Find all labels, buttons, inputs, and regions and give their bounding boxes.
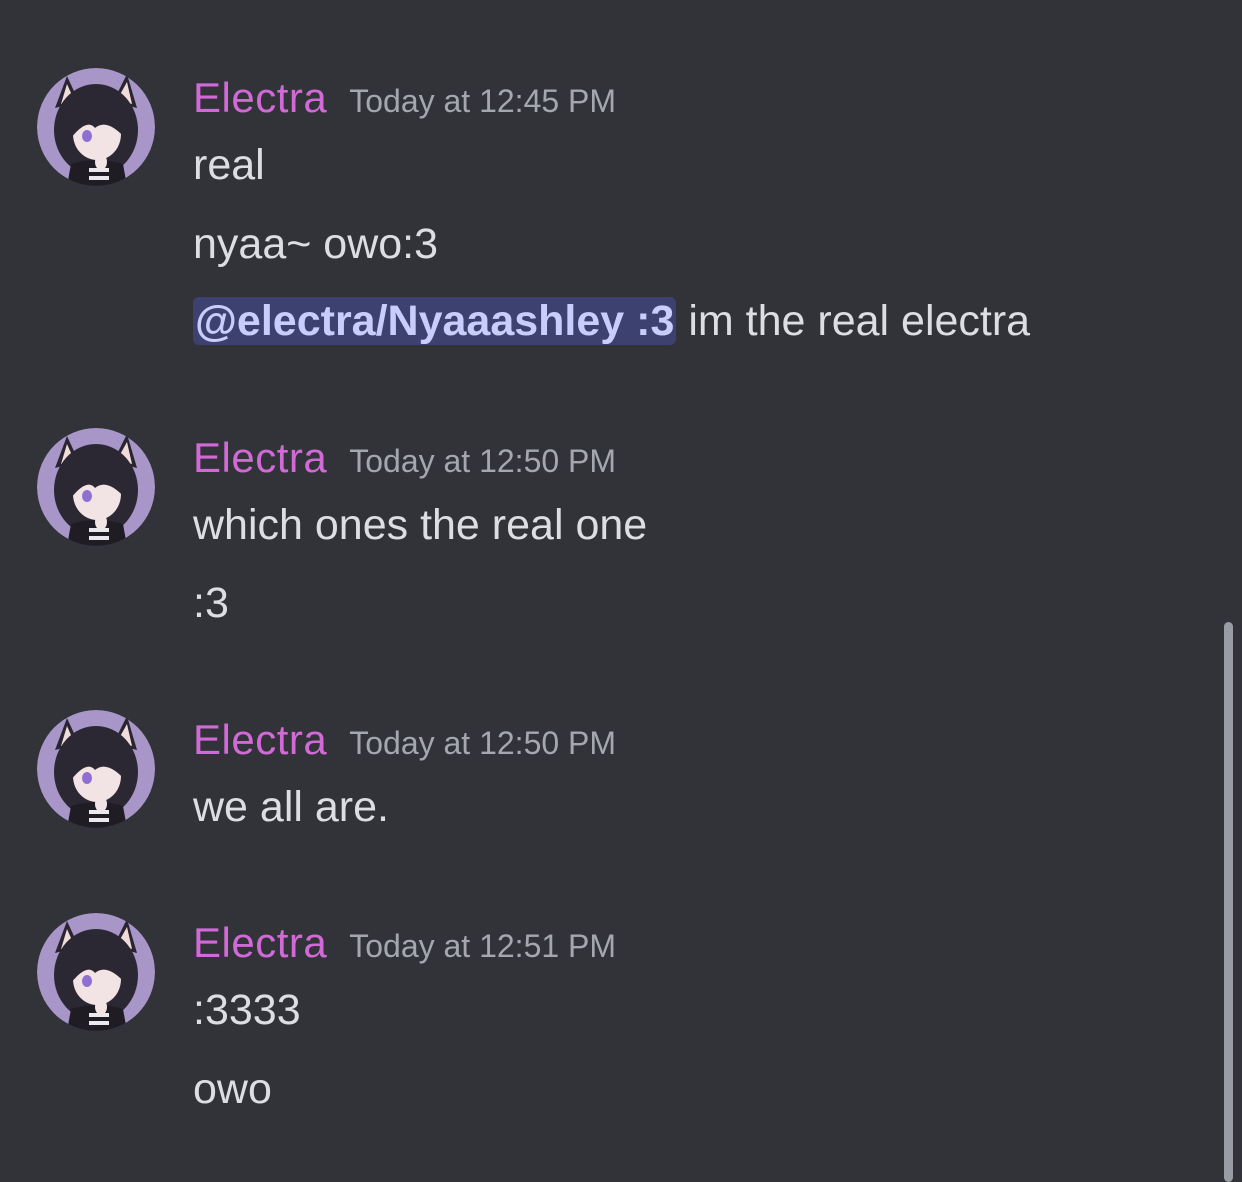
- message-content: we all are.: [193, 783, 389, 831]
- message-list: Electra Today at 12:45 PM real nyaa~ owo:…: [0, 0, 1242, 1182]
- message-content: nyaa~ owo:3: [193, 220, 439, 268]
- message-header: Electra Today at 12:51 PM: [193, 919, 616, 979]
- message-content: @electra/Nyaaashley :3 im the real elect…: [193, 291, 1030, 351]
- username[interactable]: Electra: [193, 919, 327, 966]
- message-content: :3: [193, 579, 229, 627]
- message-header: Electra Today at 12:45 PM: [193, 74, 616, 134]
- avatar[interactable]: [37, 710, 155, 828]
- avatar[interactable]: [37, 913, 155, 1031]
- message-header: Electra Today at 12:50 PM: [193, 716, 616, 776]
- user-mention[interactable]: @electra/Nyaaashley :3: [193, 297, 677, 345]
- scrollbar-thumb[interactable]: [1224, 622, 1233, 1182]
- message-content: :3333: [193, 986, 301, 1034]
- timestamp[interactable]: Today at 12:51 PM: [349, 928, 616, 964]
- timestamp[interactable]: Today at 12:50 PM: [349, 725, 616, 761]
- message-text: im the real electra: [676, 297, 1031, 345]
- username[interactable]: Electra: [193, 74, 327, 121]
- message-content: which ones the real one: [193, 501, 648, 549]
- message-header: Electra Today at 12:50 PM: [193, 434, 616, 494]
- username[interactable]: Electra: [193, 434, 327, 481]
- avatar[interactable]: [37, 428, 155, 546]
- avatar[interactable]: [37, 68, 155, 186]
- message-content: real: [193, 141, 265, 189]
- username[interactable]: Electra: [193, 716, 327, 763]
- message-content: owo: [193, 1065, 272, 1113]
- timestamp[interactable]: Today at 12:45 PM: [349, 83, 616, 119]
- timestamp[interactable]: Today at 12:50 PM: [349, 443, 616, 479]
